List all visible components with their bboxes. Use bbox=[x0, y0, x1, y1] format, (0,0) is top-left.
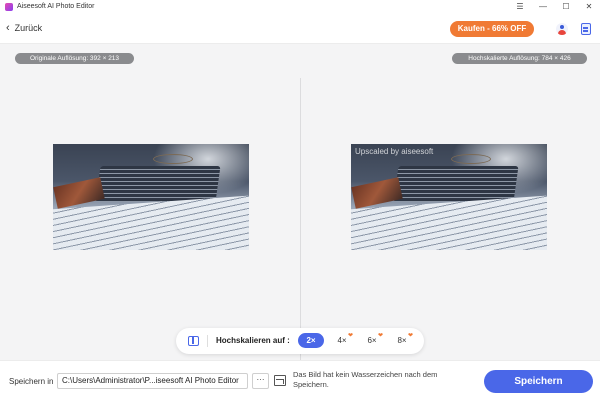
photo-letter-stack bbox=[95, 166, 221, 202]
save-path-field[interactable]: C:\Users\Administrator\P...iseesoft AI P… bbox=[57, 373, 248, 389]
menu-icon[interactable]: ☰ bbox=[514, 1, 526, 13]
premium-heart-icon: ❤ bbox=[377, 333, 383, 339]
photo-glasses bbox=[451, 154, 491, 164]
user-avatar-icon[interactable] bbox=[556, 23, 568, 35]
close-icon[interactable]: ✕ bbox=[583, 1, 595, 13]
watermark-text: Upscaled by aiseesoft bbox=[355, 147, 434, 156]
folder-icon[interactable] bbox=[274, 375, 286, 386]
header-bar: ‹ Zurück Kaufen - 66% OFF bbox=[0, 14, 600, 44]
compare-divider[interactable] bbox=[300, 78, 301, 360]
scale-option-6x[interactable]: 6× ❤ bbox=[359, 333, 385, 348]
save-location-label: Speichern in bbox=[9, 377, 54, 386]
upscale-selector: Hochskalieren auf : 2× 4× ❤ 6× ❤ 8× ❤ bbox=[176, 328, 424, 354]
title-bar: Aiseesoft AI Photo Editor ☰ — ☐ ✕ bbox=[0, 0, 600, 14]
scale-option-label: 2× bbox=[306, 336, 316, 345]
original-resolution-badge: Originale Auflösung: 392 × 213 bbox=[15, 53, 134, 64]
window-title: Aiseesoft AI Photo Editor bbox=[17, 3, 95, 10]
avatar-head bbox=[560, 25, 564, 29]
buy-button[interactable]: Kaufen - 66% OFF bbox=[450, 21, 534, 37]
app-logo-icon bbox=[5, 3, 13, 11]
document-icon[interactable] bbox=[581, 23, 591, 35]
scale-option-label: 4× bbox=[337, 336, 347, 345]
avatar-body bbox=[558, 30, 566, 35]
premium-heart-icon: ❤ bbox=[347, 333, 353, 339]
original-image bbox=[53, 144, 249, 250]
preview-workspace: Originale Auflösung: 392 × 213 Hochskali… bbox=[0, 44, 600, 360]
browse-more-button[interactable]: ··· bbox=[252, 373, 269, 389]
minimize-icon[interactable]: — bbox=[537, 1, 549, 13]
scale-option-2x[interactable]: 2× bbox=[298, 333, 324, 348]
scale-option-8x[interactable]: 8× ❤ bbox=[389, 333, 415, 348]
footer-bar: Speichern in C:\Users\Administrator\P...… bbox=[0, 360, 600, 400]
back-label: Zurück bbox=[14, 23, 43, 33]
upscaled-resolution-badge: Hochskalierte Auflösung: 784 × 426 bbox=[452, 53, 587, 64]
compare-view-icon[interactable] bbox=[188, 336, 199, 346]
watermark-hint-text: Das Bild hat kein Wasserzeichen nach dem… bbox=[293, 370, 438, 389]
maximize-icon[interactable]: ☐ bbox=[560, 1, 572, 13]
upscale-label: Hochskalieren auf : bbox=[216, 336, 290, 345]
back-button[interactable]: ‹ Zurück bbox=[6, 22, 42, 34]
photo-glasses bbox=[153, 154, 193, 164]
premium-heart-icon: ❤ bbox=[407, 333, 413, 339]
chevron-left-icon: ‹ bbox=[6, 22, 10, 34]
upscaled-image: Upscaled by aiseesoft bbox=[351, 144, 547, 250]
scale-option-label: 6× bbox=[367, 336, 377, 345]
photo-letter-stack bbox=[393, 166, 519, 202]
scale-option-4x[interactable]: 4× ❤ bbox=[329, 333, 355, 348]
save-button[interactable]: Speichern bbox=[484, 370, 593, 393]
scale-option-label: 8× bbox=[397, 336, 407, 345]
separator bbox=[207, 335, 208, 347]
